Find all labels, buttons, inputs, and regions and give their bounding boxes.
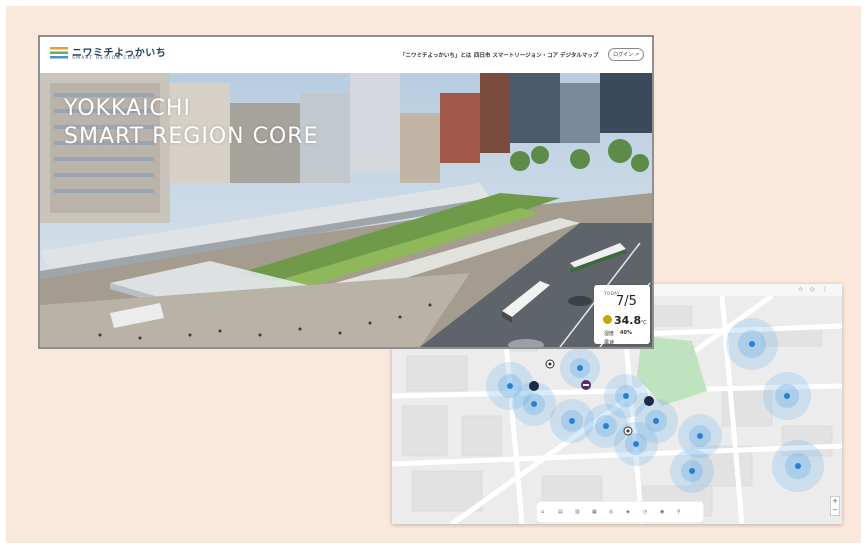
nav-link-smart-region-core[interactable]: 四日市 スマートリージョン・コア — [474, 51, 558, 59]
wifi-hotspot-icon — [763, 372, 811, 420]
hero-title-line-1: YOKKAICHI — [64, 96, 191, 121]
svg-text:⌂: ⌂ — [541, 509, 544, 515]
map-bottom-toolbar[interactable]: ⌂ ▤ ▥ ▦ ◎ ◈ ◷ ◉ ⚲ — [536, 501, 704, 523]
svg-text:◈: ◈ — [626, 509, 630, 515]
weather-date: 7/5 — [616, 294, 637, 309]
wifi-hotspot-icon — [634, 399, 678, 443]
external-link-icon: ↗ — [634, 52, 639, 58]
hero-title-line-2: SMART REGION CORE — [64, 124, 319, 149]
svg-text:▤: ▤ — [558, 509, 563, 515]
logo-stripes-icon — [50, 47, 68, 59]
svg-text:⚲: ⚲ — [677, 509, 681, 515]
weather-card[interactable]: TODAY 7/5 34.8℃ 湿度 40% 風速 — [594, 285, 650, 346]
wifi-hotspot-icon — [772, 440, 824, 492]
svg-text:◷: ◷ — [643, 509, 648, 515]
humidity-label: 湿度 — [604, 331, 615, 337]
poi-marker-icon — [623, 426, 633, 436]
website-screenshot: ニワミチよっかいち SMART REGION CORE 「ニワミチよっかいち」と… — [38, 35, 654, 349]
wifi-hotspot-icon — [670, 449, 714, 493]
temperature-unit: ℃ — [641, 320, 647, 326]
poi-marker-icon — [581, 380, 591, 390]
wind-label: 風速 — [604, 340, 615, 346]
svg-text:▥: ▥ — [575, 509, 580, 515]
zoom-controls[interactable]: + − — [830, 496, 840, 516]
nav-link-about[interactable]: 「ニワミチよっかいち」とは — [400, 51, 471, 59]
site-header: ニワミチよっかいち SMART REGION CORE 「ニワミチよっかいち」と… — [40, 37, 652, 73]
weather-temperature: 34.8℃ — [614, 314, 647, 327]
wifi-hotspot-icon — [560, 348, 600, 388]
nav-link-digital-map[interactable]: デジタルマップ — [560, 51, 598, 59]
wifi-hotspot-icon — [726, 318, 778, 370]
menu-icon: ⋮ — [822, 286, 828, 293]
share-icon: ◇ — [810, 286, 815, 293]
hero-title: YOKKAICHI SMART REGION CORE — [64, 95, 318, 151]
login-button[interactable]: ログイン ↗ — [608, 48, 644, 61]
star-icon: ☆ — [798, 286, 804, 293]
svg-text:◎: ◎ — [609, 509, 614, 515]
logo-subtitle: SMART REGION CORE — [72, 56, 141, 61]
svg-text:◉: ◉ — [660, 509, 664, 515]
weather-moon-icon — [603, 315, 612, 324]
poi-marker-icon — [644, 396, 654, 406]
humidity-value: 40% — [620, 330, 632, 336]
poi-marker-icon — [529, 381, 539, 391]
poi-marker-icon — [545, 359, 555, 369]
login-label: ログイン — [613, 52, 634, 58]
temperature-value: 34.8 — [614, 314, 642, 327]
svg-text:▦: ▦ — [592, 509, 597, 515]
